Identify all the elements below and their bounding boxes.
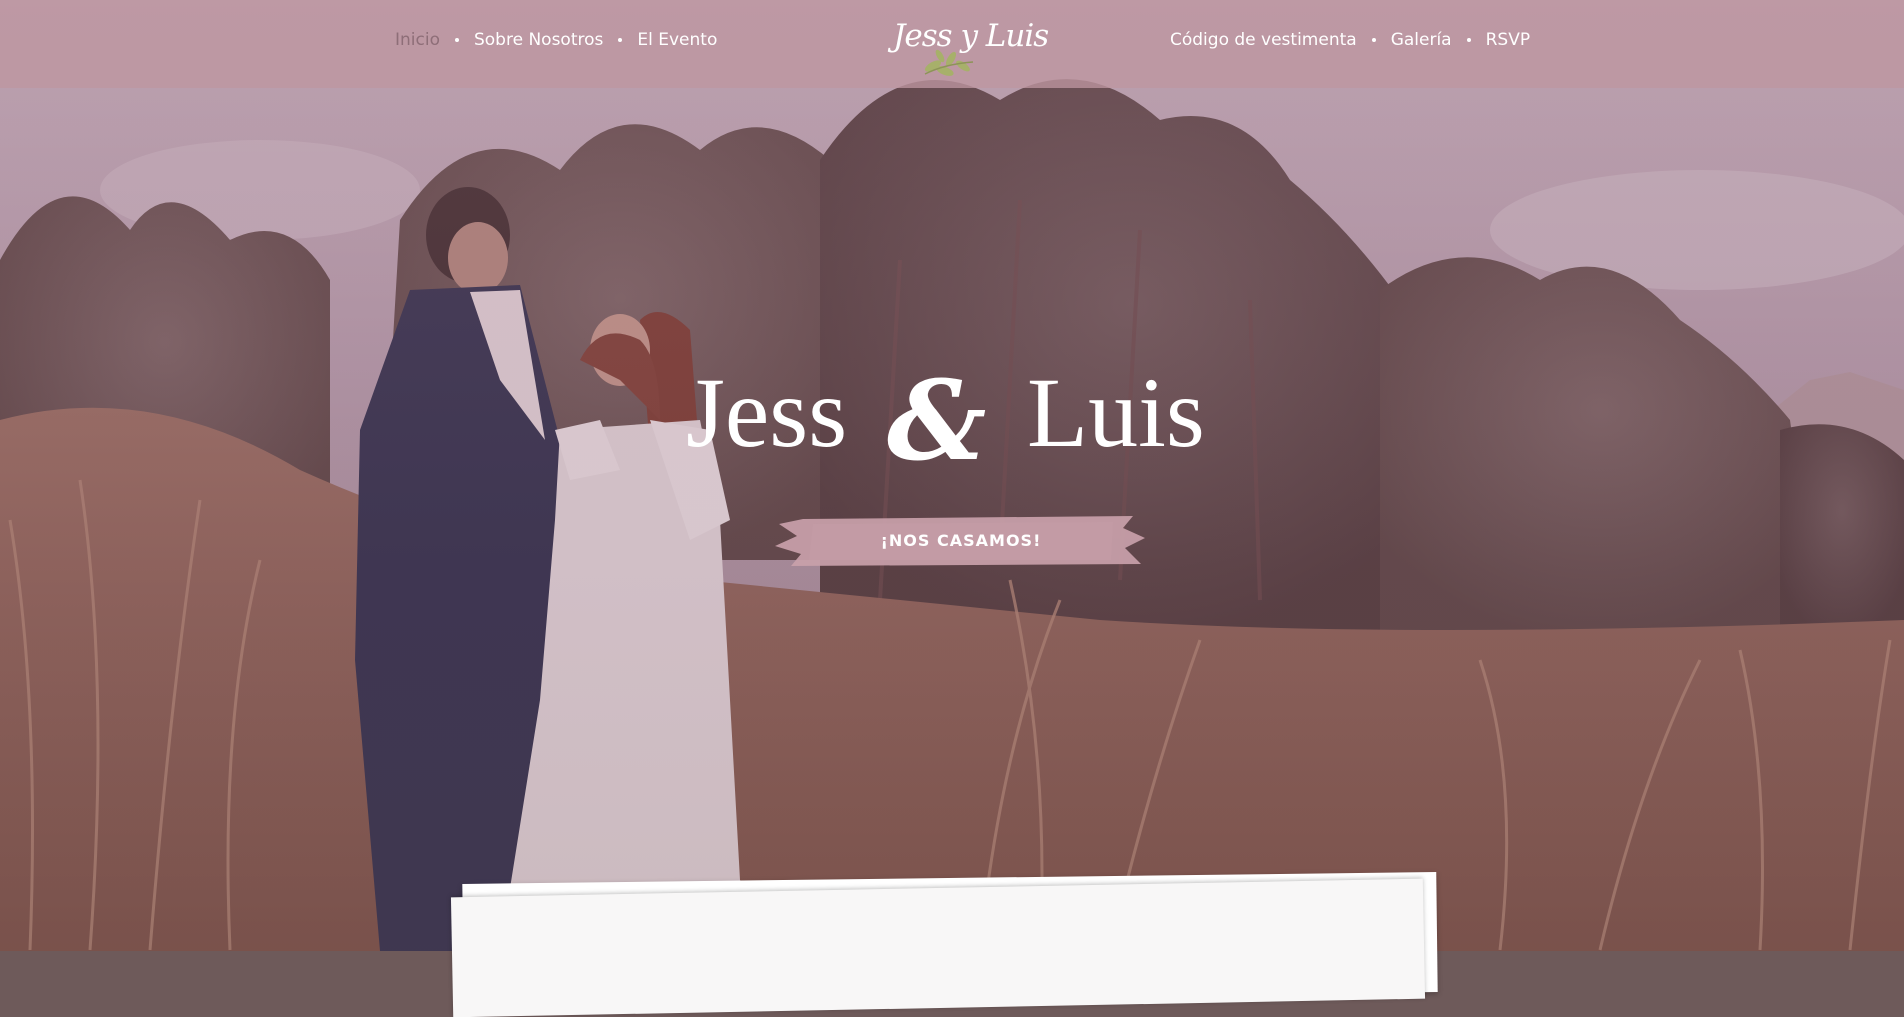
nav-separator-dot xyxy=(618,38,623,42)
nav-separator-dot xyxy=(1466,38,1471,42)
groom-bride-name-1: Jess xyxy=(686,357,848,468)
nav-link-galeria[interactable]: Galería xyxy=(1391,30,1452,50)
tagline-text: ¡NOS CASAMOS! xyxy=(880,531,1042,550)
nav-link-codigo-vestimenta[interactable]: Código de vestimenta xyxy=(1170,30,1357,50)
groom-bride-name-2: Luis xyxy=(1027,357,1205,468)
nav-separator-dot xyxy=(1371,38,1376,42)
nav-right-group: Código de vestimenta Galería RSVP xyxy=(1170,30,1530,50)
nav-link-el-evento[interactable]: El Evento xyxy=(637,30,717,50)
leaf-sprig-icon xyxy=(924,49,974,76)
nav-link-rsvp[interactable]: RSVP xyxy=(1486,30,1530,50)
nav-link-inicio[interactable]: Inicio xyxy=(395,30,440,50)
hero-title: Jess & Luis xyxy=(686,353,1226,485)
nav-link-sobre-nosotros[interactable]: Sobre Nosotros xyxy=(474,30,603,50)
nav-left-group: Inicio Sobre Nosotros El Evento xyxy=(395,30,717,50)
tagline-ribbon: ¡NOS CASAMOS! xyxy=(773,516,1149,566)
nav-separator-dot xyxy=(454,38,459,42)
paper-card-front xyxy=(450,878,1426,1017)
ampersand-glyph: & xyxy=(887,356,987,485)
site-logo[interactable]: Jess y Luis xyxy=(885,14,1049,82)
top-navigation-bar: Inicio Sobre Nosotros El Evento Jess y L… xyxy=(0,0,1904,88)
